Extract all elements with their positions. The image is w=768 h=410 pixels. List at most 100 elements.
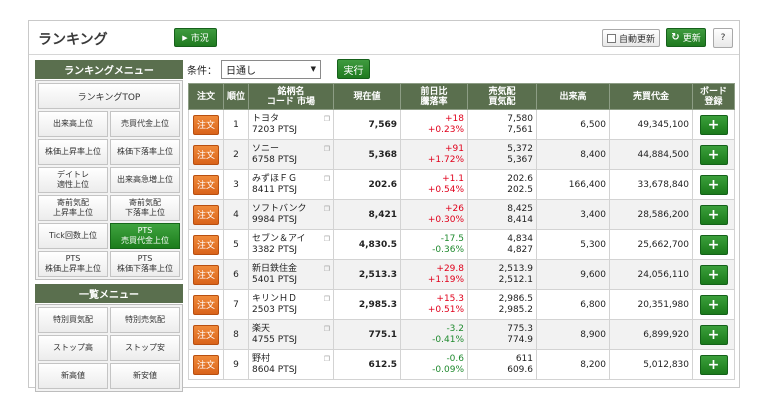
stock-name-link[interactable]: みずほＦＧ (252, 174, 330, 185)
add-board-button[interactable]: + (699, 264, 728, 285)
ranking-top-button[interactable]: ランキングTOP (38, 83, 180, 109)
external-link-icon[interactable]: ❐ (324, 174, 330, 185)
change-value: -17.5 (440, 233, 464, 244)
change-cell: +18 +0.23% (400, 109, 468, 140)
menu-item-pts-trading-value-top[interactable]: PTS 売買代金上位 (110, 223, 180, 249)
change-cell: -0.6 -0.09% (400, 349, 468, 380)
price-cell: 775.1 (333, 319, 401, 350)
quote-cell: 4,834 4,827 (467, 229, 537, 260)
rank-cell: 4 (223, 199, 249, 230)
menu-item-preopen-rise-top[interactable]: 寄前気配 上昇率上位 (38, 195, 108, 221)
value-cell: 24,056,110 (609, 259, 693, 290)
order-button[interactable]: 注文 (193, 174, 219, 195)
table-row: 注文 9 野村 8604 PTSJ ❐ 612.5 -0.6 -0.09% 611 609.6 8,… (188, 349, 735, 380)
add-board-button[interactable]: + (699, 204, 728, 225)
header-board: ボード 登録 (692, 83, 735, 110)
stock-name-link[interactable]: セブン＆アイ (252, 234, 330, 245)
menu-item-preopen-fall-top[interactable]: 寄前気配 下落率上位 (110, 195, 180, 221)
order-cell: 注文 (188, 169, 224, 200)
header: ランキング ▶ 市況 自動更新 ↻ 更新 ? (29, 21, 739, 55)
order-button[interactable]: 注文 (193, 264, 219, 285)
order-button[interactable]: 注文 (193, 354, 219, 375)
volume-cell: 8,400 (536, 139, 610, 170)
name-cell: 新日鉄住金 5401 PTSJ ❐ (248, 259, 334, 290)
rank-cell: 9 (223, 349, 249, 380)
add-board-button[interactable]: + (699, 234, 728, 255)
stock-code: 3382 PTSJ (252, 244, 298, 255)
filter-bar: 条件： 日通し ▼ 実行 (187, 59, 370, 79)
order-button[interactable]: 注文 (193, 144, 219, 165)
condition-select[interactable]: 日通し ▼ (221, 59, 321, 79)
stock-name-link[interactable]: ソニー (252, 144, 330, 155)
order-button[interactable]: 注文 (193, 294, 219, 315)
plus-icon: + (707, 236, 720, 253)
rank-cell: 8 (223, 319, 249, 350)
help-button[interactable]: ? (713, 28, 733, 48)
menu-item-stop-low[interactable]: ストップ安 (110, 335, 180, 361)
menu-item-volume-surge-top[interactable]: 出来高急増上位 (110, 167, 180, 193)
header-change: 前日比 騰落率 (400, 83, 468, 110)
table-row: 注文 7 キリンＨＤ 2503 PTSJ ❐ 2,985.3 +15.3 +0.51% 2,98… (188, 289, 735, 320)
order-button[interactable]: 注文 (193, 234, 219, 255)
bid-quote: 2,512.1 (498, 274, 533, 285)
menu-item-new-high[interactable]: 新高値 (38, 363, 108, 389)
menu-item-price-rise-top[interactable]: 株価上昇率上位 (38, 139, 108, 165)
external-link-icon[interactable]: ❐ (324, 144, 330, 155)
add-board-button[interactable]: + (699, 324, 728, 345)
plus-icon: + (707, 326, 720, 343)
value-cell: 20,351,980 (609, 289, 693, 320)
order-button[interactable]: 注文 (193, 114, 219, 135)
order-button[interactable]: 注文 (193, 324, 219, 345)
market-button[interactable]: ▶ 市況 (174, 28, 217, 47)
table-row: 注文 3 みずほＦＧ 8411 PTSJ ❐ 202.6 +1.1 +0.54% 202.6 20… (188, 169, 735, 200)
order-cell: 注文 (188, 349, 224, 380)
checkbox-icon[interactable] (606, 33, 616, 43)
stock-name-link[interactable]: 新日鉄住金 (252, 264, 330, 275)
update-button[interactable]: ↻ 更新 (666, 28, 706, 47)
menu-item-trading-value-top[interactable]: 売買代金上位 (110, 111, 180, 137)
menu-item-pts-price-rise-top[interactable]: PTS 株価上昇率上位 (38, 251, 108, 277)
auto-update-toggle[interactable]: 自動更新 (602, 29, 660, 47)
menu-item-special-sell-quote[interactable]: 特別売気配 (110, 307, 180, 333)
table-header-row: 注文 順位 銘柄名 コード 市場 現在値 前日比 騰落率 売気配 買気配 出来高… (188, 83, 735, 110)
external-link-icon[interactable]: ❐ (324, 114, 330, 125)
external-link-icon[interactable]: ❐ (324, 234, 330, 245)
add-board-button[interactable]: + (699, 144, 728, 165)
header-price: 現在値 (333, 83, 401, 110)
external-link-icon[interactable]: ❐ (324, 294, 330, 305)
external-link-icon[interactable]: ❐ (324, 354, 330, 365)
stock-name-link[interactable]: ソフトバンク (252, 204, 330, 215)
menu-item-tick-count-top[interactable]: Tick回数上位 (38, 223, 108, 249)
price-cell: 5,368 (333, 139, 401, 170)
menu-item-price-fall-top[interactable]: 株価下落率上位 (110, 139, 180, 165)
menu-item-new-low[interactable]: 新安値 (110, 363, 180, 389)
price-cell: 2,985.3 (333, 289, 401, 320)
menu-item-stop-high[interactable]: ストップ高 (38, 335, 108, 361)
stock-name-link[interactable]: 野村 (252, 354, 330, 365)
external-link-icon[interactable]: ❐ (324, 264, 330, 275)
add-board-button[interactable]: + (699, 354, 728, 375)
change-value: -3.2 (446, 323, 464, 334)
add-board-button[interactable]: + (699, 174, 728, 195)
run-button[interactable]: 実行 (337, 59, 370, 79)
header-rank: 順位 (223, 83, 249, 110)
external-link-icon[interactable]: ❐ (324, 324, 330, 335)
menu-item-special-buy-quote[interactable]: 特別買気配 (38, 307, 108, 333)
add-board-button[interactable]: + (699, 294, 728, 315)
change-cell: -17.5 -0.36% (400, 229, 468, 260)
menu-item-pts-price-fall-top[interactable]: PTS 株価下落率上位 (110, 251, 180, 277)
menu-item-daytrade-top[interactable]: デイトレ 適性上位 (38, 167, 108, 193)
change-rate: +0.51% (427, 304, 464, 315)
name-cell: トヨタ 7203 PTSJ ❐ (248, 109, 334, 140)
menu-item-volume-top[interactable]: 出来高上位 (38, 111, 108, 137)
order-button[interactable]: 注文 (193, 204, 219, 225)
plus-icon: + (707, 176, 720, 193)
stock-name-link[interactable]: トヨタ (252, 114, 330, 125)
stock-name-link[interactable]: キリンＨＤ (252, 294, 330, 305)
board-cell: + (692, 229, 735, 260)
volume-cell: 6,500 (536, 109, 610, 140)
name-cell: みずほＦＧ 8411 PTSJ ❐ (248, 169, 334, 200)
stock-name-link[interactable]: 楽天 (252, 324, 330, 335)
add-board-button[interactable]: + (699, 114, 728, 135)
external-link-icon[interactable]: ❐ (324, 204, 330, 215)
